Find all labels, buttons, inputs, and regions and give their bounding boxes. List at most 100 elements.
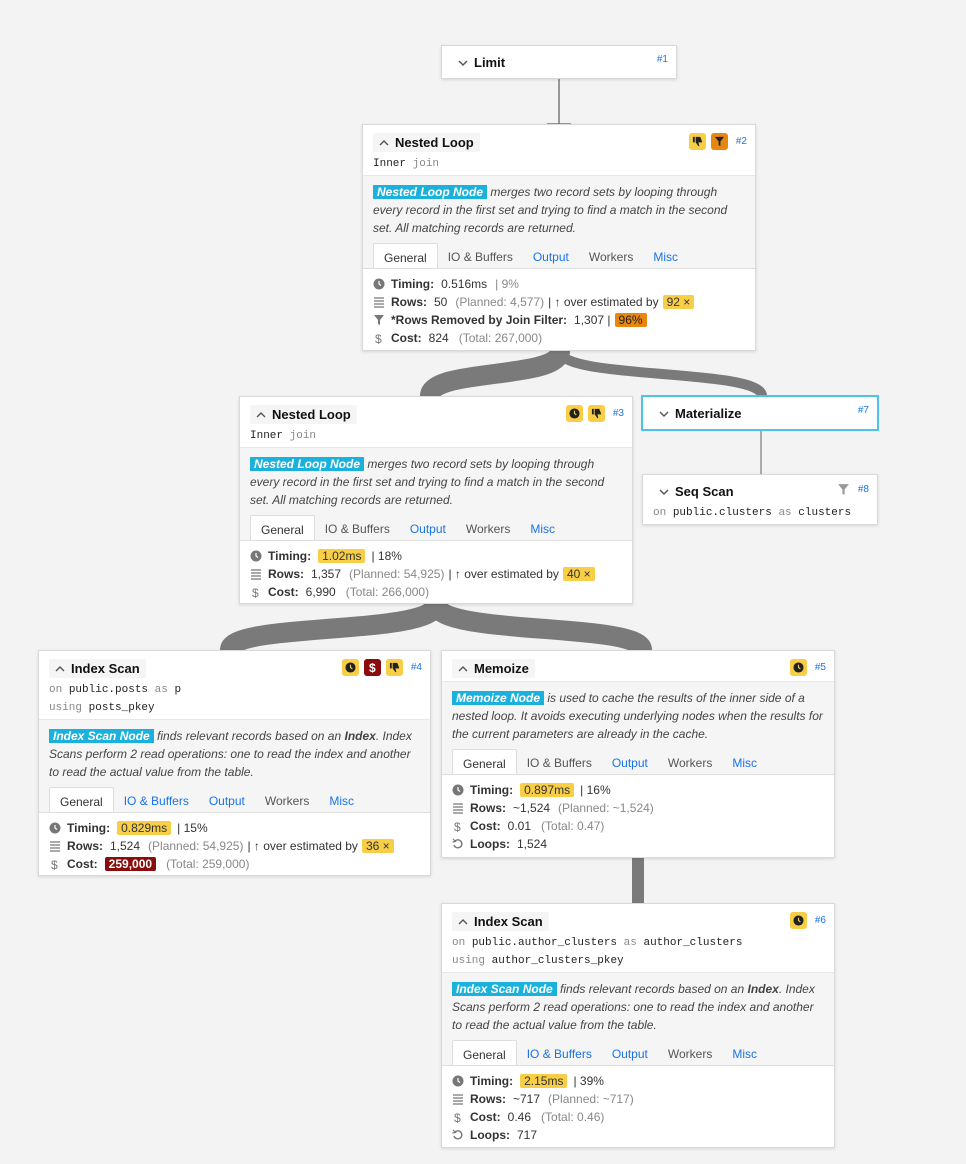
tab-misc[interactable]: Misc <box>722 1040 767 1065</box>
node-id-link[interactable]: #7 <box>858 405 869 416</box>
tab-io-buffers[interactable]: IO & Buffers <box>517 1040 602 1065</box>
svg-text:$: $ <box>375 332 382 344</box>
rows-icon <box>374 296 384 308</box>
tab-workers[interactable]: Workers <box>255 787 319 812</box>
tab-output[interactable]: Output <box>602 1040 658 1065</box>
tab-misc[interactable]: Misc <box>520 515 565 540</box>
rows-icon <box>251 568 261 580</box>
tab-workers[interactable]: Workers <box>658 749 722 774</box>
node-toggle[interactable]: Memoize <box>452 659 535 678</box>
tab-workers[interactable]: Workers <box>658 1040 722 1065</box>
node-id-link[interactable]: #5 <box>815 662 826 673</box>
loop-icon <box>452 1129 463 1140</box>
node-toggle[interactable]: Index Scan <box>49 659 146 678</box>
rows-row: Rows: 1,524 (Planned: 54,925) | ↑ over est… <box>49 837 420 855</box>
timing-row: Timing: 0.829ms | 15% <box>49 819 420 837</box>
tab-io-buffers[interactable]: IO & Buffers <box>517 749 602 774</box>
join-filter-row: *Rows Removed by Join Filter: 1,307 | 96% <box>373 311 745 329</box>
tab-misc[interactable]: Misc <box>319 787 364 812</box>
node-tabs: General IO & Buffers Output Workers Misc <box>373 242 745 268</box>
timing-row: Timing: 2.15ms | 39% <box>452 1072 824 1090</box>
loops-row: Loops: 717 <box>452 1126 824 1144</box>
tab-misc[interactable]: Misc <box>643 243 688 268</box>
plan-node-memoize[interactable]: Memoize #5 Memoize Node is used to cache… <box>441 650 835 858</box>
tab-output[interactable]: Output <box>199 787 255 812</box>
plan-node-index-scan[interactable]: Index Scan $ #4 on public.posts as p usi… <box>38 650 431 876</box>
tab-general[interactable]: General <box>250 514 315 540</box>
tab-general[interactable]: General <box>49 786 114 812</box>
svg-text:$: $ <box>454 1111 461 1123</box>
node-title: Memoize <box>474 661 529 676</box>
node-id-link[interactable]: #1 <box>657 54 668 65</box>
plan-node-nested-loop[interactable]: Nested Loop #3 Inner join Nested Loop No… <box>239 396 633 604</box>
filter-icon <box>837 484 849 495</box>
tab-output[interactable]: Output <box>602 749 658 774</box>
node-toggle[interactable]: Nested Loop <box>373 133 480 152</box>
tab-io-buffers[interactable]: IO & Buffers <box>315 515 400 540</box>
plan-node-limit[interactable]: Limit #1 <box>441 45 677 79</box>
plan-node-index-scan[interactable]: Index Scan #6 on public.author_clusters … <box>441 903 835 1148</box>
rows-row: Rows: 1,357 (Planned: 54,925) | ↑ over est… <box>250 565 622 583</box>
node-title: Materialize <box>675 406 742 421</box>
node-id-link[interactable]: #3 <box>613 408 624 419</box>
tab-general[interactable]: General <box>452 749 517 774</box>
tab-io-buffers[interactable]: IO & Buffers <box>438 243 523 268</box>
loops-row: Loops: 1,524 <box>452 835 824 853</box>
clock-icon[interactable] <box>789 659 807 676</box>
chevron-up-icon <box>256 411 266 417</box>
node-id-link[interactable]: #6 <box>815 915 826 926</box>
clock-icon <box>49 822 61 833</box>
cost-row: $ Cost: 0.46 (Total: 0.46) <box>454 1109 605 1124</box>
chevron-down-icon <box>458 60 468 66</box>
rows-icon <box>453 803 463 814</box>
thumbs-down-icon[interactable] <box>587 405 605 422</box>
node-description: Index Scan Node finds relevant records b… <box>442 971 834 1065</box>
node-description: Nested Loop Node merges two record sets … <box>363 174 755 268</box>
node-toggle[interactable]: Nested Loop <box>250 405 357 424</box>
node-id-link[interactable]: #4 <box>411 662 422 673</box>
tab-misc[interactable]: Misc <box>722 749 767 774</box>
tab-workers[interactable]: Workers <box>456 515 520 540</box>
clock-icon <box>452 784 464 796</box>
clock-icon[interactable] <box>565 405 583 422</box>
clock-icon[interactable] <box>789 912 807 929</box>
relation-info: on public.clusters as clusters <box>653 506 852 519</box>
node-toggle[interactable]: Seq Scan <box>653 482 740 501</box>
tab-general[interactable]: General <box>452 1039 517 1065</box>
filter-icon[interactable] <box>710 133 728 150</box>
tab-io-buffers[interactable]: IO & Buffers <box>114 787 199 812</box>
tab-output[interactable]: Output <box>400 515 456 540</box>
thumbs-down-icon[interactable] <box>385 659 403 676</box>
join-type: Inner join <box>373 157 440 170</box>
plan-node-seq-scan[interactable]: Seq Scan #8 on public.clusters as cluste… <box>642 474 878 525</box>
plan-node-nested-loop[interactable]: Nested Loop #2 Inner join Nested Loop No… <box>362 124 756 351</box>
timing-row: Timing: 1.02ms | 18% <box>250 547 622 565</box>
node-toggle[interactable]: Limit <box>452 53 512 72</box>
timing-row: Timing: 0.516ms | 9% <box>373 275 745 293</box>
rows-icon <box>453 1093 463 1105</box>
dollar-icon[interactable]: $ <box>363 659 381 676</box>
cost-row: $ Cost: 0.01 (Total: 0.47) <box>454 819 605 833</box>
node-type-tag: Nested Loop Node <box>250 456 365 471</box>
node-id-link[interactable]: #8 <box>858 484 869 495</box>
node-id-link[interactable]: #2 <box>736 136 747 147</box>
svg-text:$: $ <box>51 858 58 870</box>
node-type-tag: Index Scan Node <box>49 728 154 743</box>
clock-icon[interactable] <box>341 659 359 676</box>
plan-node-materialize[interactable]: Materialize #7 <box>642 396 878 430</box>
thumbs-down-icon[interactable] <box>688 133 706 150</box>
node-toggle[interactable]: Materialize <box>653 404 748 423</box>
node-toggle[interactable]: Index Scan <box>452 912 549 931</box>
timing-badge: 1.02ms <box>318 548 366 563</box>
tab-workers[interactable]: Workers <box>579 243 643 268</box>
chevron-up-icon <box>458 665 468 671</box>
chevron-up-icon <box>458 918 468 924</box>
cost-row: $ Cost: 824 (Total: 267,000) <box>375 330 543 345</box>
node-tabs: General IO & Buffers Output Workers Misc <box>49 786 420 812</box>
node-title: Nested Loop <box>395 135 474 150</box>
node-description: Nested Loop Node merges two record sets … <box>240 446 632 540</box>
relation-info: on public.author_clusters as author_clus… <box>452 936 743 949</box>
rows-row: Rows: 50 (Planned: 4,577) | ↑ over estimat… <box>373 293 745 311</box>
tab-general[interactable]: General <box>373 242 438 268</box>
tab-output[interactable]: Output <box>523 243 579 268</box>
